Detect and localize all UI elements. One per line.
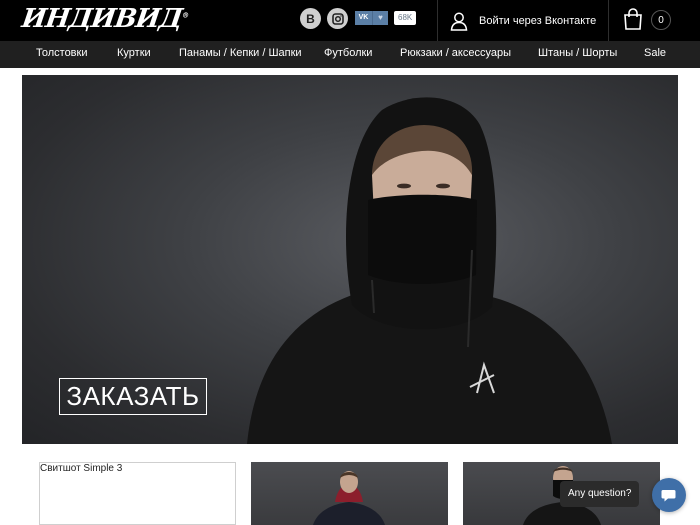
hero-banner: ЗАКАЗАТЬ [22,75,678,444]
nav-item-tshirts[interactable]: Футболки [324,41,372,68]
user-icon [450,12,468,31]
vk-like-count: 68K [394,11,417,25]
vk-circle-icon: B [306,11,315,26]
header-divider [437,0,438,41]
brand-logo[interactable]: ИНДИВИД® [20,4,190,34]
product-image [313,471,385,525]
top-header: ИНДИВИД® B VK ♥ 68K Войти через Вконтакт… [0,0,700,41]
product-card[interactable] [251,462,448,525]
heart-icon: ♥ [372,11,388,25]
vk-social-button[interactable]: B [300,8,321,29]
nav-item-hats[interactable]: Панамы / Кепки / Шапки [179,41,302,68]
instagram-icon [331,12,344,25]
cart-count-badge: 0 [651,10,671,30]
instagram-social-button[interactable] [327,8,348,29]
order-button[interactable]: ЗАКАЗАТЬ [59,378,207,415]
header-divider [608,0,609,41]
chat-icon [661,490,676,502]
login-label: Войти через Вконтакте [479,14,597,27]
nav-item-pants[interactable]: Штаны / Шорты [538,41,617,68]
product-title: Свитшот Simple 3 [40,463,123,474]
vk-like-button[interactable]: VK ♥ [355,11,388,25]
login-vk-link[interactable]: Войти через Вконтакте [449,0,596,41]
nav-item-backpacks[interactable]: Рюкзаки / аксессуары [400,41,511,68]
nav-item-jackets[interactable]: Куртки [117,41,151,68]
nav-item-hoodies[interactable]: Толстовки [36,41,88,68]
shopping-bag-icon [624,8,642,30]
chat-prompt-bubble[interactable]: Any question? [560,481,640,507]
main-nav: Толстовки Куртки Панамы / Кепки / Шапки … [0,41,700,68]
chat-button[interactable] [652,478,686,512]
cart-button[interactable] [622,8,644,35]
nav-item-sale[interactable]: Sale [644,41,666,68]
vk-logo-icon: VK [355,11,372,25]
product-card[interactable]: Свитшот Simple 3 [39,462,236,525]
